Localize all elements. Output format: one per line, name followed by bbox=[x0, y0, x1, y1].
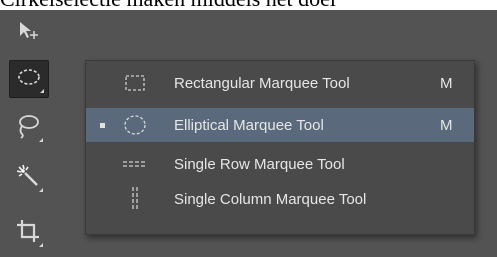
caption-text: Cirkelselectie maken middels het doel bbox=[0, 0, 497, 10]
menu-item-shortcut: M bbox=[440, 116, 453, 134]
menu-item-label: Elliptical Marquee Tool bbox=[174, 116, 324, 134]
tools-panel: Rectangular Marquee Tool M Elliptical Ma… bbox=[0, 10, 497, 257]
menu-item-shortcut: M bbox=[440, 74, 453, 92]
flyout-indicator-icon bbox=[39, 243, 43, 247]
tool-lasso[interactable] bbox=[9, 110, 47, 146]
single-row-marquee-icon bbox=[120, 151, 150, 177]
flyout-indicator-icon bbox=[39, 188, 43, 192]
rectangular-marquee-icon bbox=[120, 70, 150, 96]
lasso-icon bbox=[15, 113, 41, 144]
menu-item-label: Single Column Marquee Tool bbox=[174, 190, 367, 208]
menu-item-single-column-marquee[interactable]: Single Column Marquee Tool bbox=[86, 182, 474, 216]
crop-icon bbox=[15, 218, 41, 249]
move-artboard-icon bbox=[16, 19, 40, 46]
tool-move[interactable] bbox=[9, 14, 47, 50]
single-column-marquee-icon bbox=[120, 186, 150, 212]
menu-item-single-row-marquee[interactable]: Single Row Marquee Tool bbox=[86, 147, 474, 181]
menu-item-rectangular-marquee[interactable]: Rectangular Marquee Tool M bbox=[86, 66, 474, 100]
elliptical-marquee-icon bbox=[16, 67, 42, 92]
menu-item-label: Single Row Marquee Tool bbox=[174, 155, 345, 173]
elliptical-marquee-icon bbox=[120, 112, 150, 138]
flyout-indicator-icon bbox=[39, 138, 43, 142]
tool-magic-wand[interactable] bbox=[9, 160, 47, 196]
flyout-indicator-icon bbox=[40, 89, 44, 93]
menu-item-label: Rectangular Marquee Tool bbox=[174, 74, 350, 92]
marquee-tools-flyout: Rectangular Marquee Tool M Elliptical Ma… bbox=[85, 60, 475, 235]
magic-wand-icon bbox=[15, 163, 41, 194]
menu-item-elliptical-marquee[interactable]: Elliptical Marquee Tool M bbox=[86, 108, 474, 142]
tool-crop[interactable] bbox=[9, 215, 47, 251]
tool-marquee[interactable] bbox=[9, 60, 49, 98]
selected-bullet-icon bbox=[100, 122, 105, 128]
